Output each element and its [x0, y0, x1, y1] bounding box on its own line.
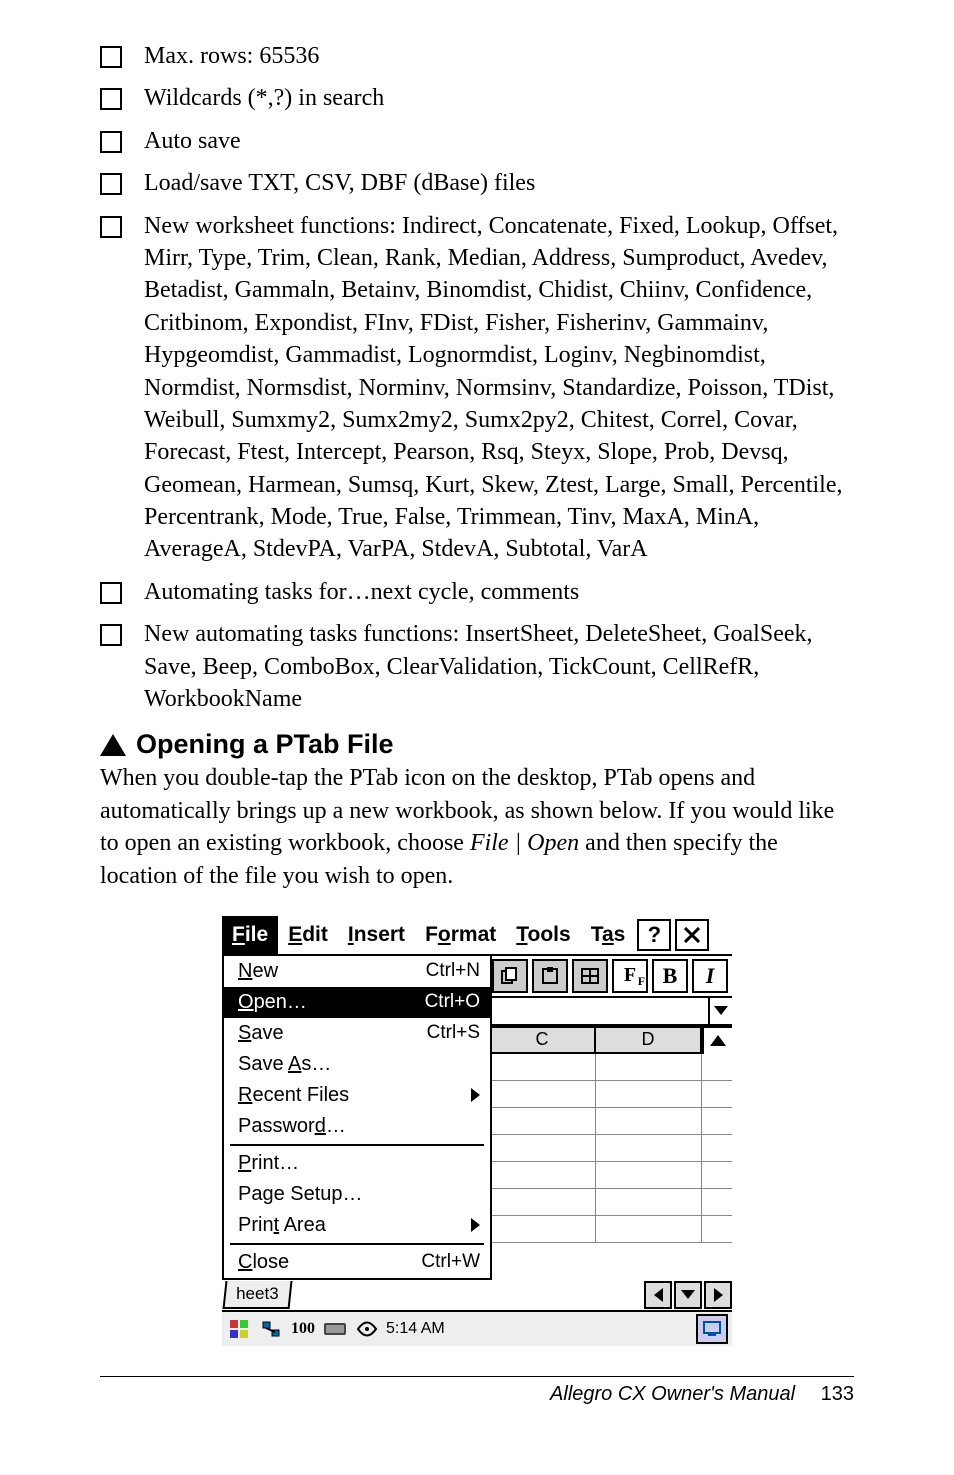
list-item: Max. rows: 65536 — [100, 40, 854, 72]
triangle-up-icon — [100, 734, 126, 756]
menu-tasks[interactable]: Tas — [581, 916, 636, 954]
checkbox-icon — [100, 216, 122, 238]
chevron-down-icon — [681, 1290, 695, 1299]
scroll-left-button[interactable] — [644, 1281, 672, 1309]
menuitem-save[interactable]: SaveCtrl+S — [224, 1018, 490, 1049]
list-item: New worksheet functions: Indirect, Conca… — [100, 210, 854, 566]
sheet-tab[interactable]: heet3 — [223, 1281, 292, 1309]
menuitem-open[interactable]: Open…Ctrl+O — [224, 987, 490, 1018]
footer-title: Allegro CX Owner's Manual — [550, 1383, 795, 1405]
italic-button[interactable]: I — [692, 959, 728, 993]
help-button[interactable]: ? — [637, 919, 671, 951]
section-heading: Opening a PTab File — [100, 729, 854, 760]
zoom-indicator[interactable]: 100 — [290, 1316, 316, 1342]
spreadsheet-grid[interactable]: C D — [488, 1026, 732, 1264]
bold-button[interactable]: B — [652, 959, 688, 993]
checkbox-icon — [100, 173, 122, 195]
signal-icon[interactable] — [354, 1316, 380, 1342]
list-item: Automating tasks for…next cycle, comment… — [100, 576, 854, 608]
keyboard-icon[interactable] — [322, 1316, 348, 1342]
checkbox-icon — [100, 88, 122, 110]
ptab-screenshot: File Edit Insert Format Tools Tas ? NewC… — [222, 916, 732, 1346]
chevron-right-icon — [471, 1088, 480, 1102]
formula-bar[interactable] — [488, 996, 732, 1026]
menuitem-print-area[interactable]: Print Area — [224, 1210, 490, 1241]
desktop-icon — [703, 1321, 721, 1337]
checkbox-icon — [100, 582, 122, 604]
bullet-text: Max. rows: 65536 — [144, 43, 319, 69]
close-icon — [684, 927, 700, 943]
footer-page: 133 — [821, 1383, 854, 1405]
formula-dropdown-button[interactable] — [708, 998, 732, 1024]
chevron-down-icon — [714, 1006, 728, 1015]
menuitem-save-as[interactable]: Save As… — [224, 1049, 490, 1080]
paste-button[interactable] — [532, 959, 568, 993]
bullet-text: Auto save — [144, 128, 241, 154]
bullet-text: Automating tasks for…next cycle, comment… — [144, 579, 579, 605]
list-item: Load/save TXT, CSV, DBF (dBase) files — [100, 167, 854, 199]
grid-button[interactable] — [572, 959, 608, 993]
menuitem-recent-files[interactable]: Recent Files — [224, 1080, 490, 1111]
checkbox-icon — [100, 46, 122, 68]
chevron-up-icon — [710, 1035, 726, 1046]
sheet-tab-row: heet3 — [222, 1280, 732, 1310]
chevron-right-icon — [714, 1288, 723, 1302]
menuitem-password[interactable]: Password… — [224, 1111, 490, 1142]
col-header-d[interactable]: D — [594, 1026, 702, 1054]
chevron-right-icon — [471, 1218, 480, 1232]
toolbar: FF B I — [488, 956, 732, 996]
bullet-text: New worksheet functions: Indirect, Conca… — [144, 210, 854, 566]
list-item: New automating tasks functions: InsertSh… — [100, 618, 854, 715]
menubar: File Edit Insert Format Tools Tas ? — [222, 916, 732, 954]
menuitem-close[interactable]: CloseCtrl+W — [224, 1247, 490, 1278]
clock: 5:14 AM — [386, 1320, 445, 1338]
menu-tools[interactable]: Tools — [506, 916, 580, 954]
close-button[interactable] — [675, 919, 709, 951]
menuitem-print[interactable]: Print… — [224, 1148, 490, 1179]
font-button[interactable]: FF — [612, 959, 648, 993]
network-icon[interactable] — [258, 1316, 284, 1342]
bullet-text: Load/save TXT, CSV, DBF (dBase) files — [144, 170, 535, 196]
copy-icon — [500, 967, 520, 985]
file-menu-dropdown: NewCtrl+N Open…Ctrl+O SaveCtrl+S Save As… — [222, 956, 492, 1280]
scroll-right-button[interactable] — [704, 1281, 732, 1309]
menu-format[interactable]: Format — [415, 916, 506, 954]
menu-separator — [230, 1144, 484, 1146]
grid-icon — [580, 967, 600, 985]
scroll-up-button[interactable] — [702, 1026, 732, 1054]
heading-text: Opening a PTab File — [136, 729, 394, 760]
start-icon[interactable] — [226, 1316, 252, 1342]
menu-file[interactable]: File — [222, 916, 278, 954]
page-footer: Allegro CX Owner's Manual 133 — [100, 1376, 854, 1406]
taskbar: 100 5:14 AM — [222, 1310, 732, 1346]
intro-paragraph: When you double-tap the PTab icon on the… — [100, 762, 854, 892]
menu-separator — [230, 1243, 484, 1245]
checkbox-icon — [100, 131, 122, 153]
menu-edit[interactable]: Edit — [278, 916, 338, 954]
copy-button[interactable] — [492, 959, 528, 993]
scroll-down-grip-button[interactable] — [674, 1281, 702, 1309]
list-item: Wildcards (*,?) in search — [100, 82, 854, 114]
desktop-button[interactable] — [696, 1314, 728, 1344]
col-header-c[interactable]: C — [488, 1026, 594, 1054]
menuitem-page-setup[interactable]: Page Setup… — [224, 1179, 490, 1210]
chevron-left-icon — [654, 1288, 663, 1302]
menuitem-new[interactable]: NewCtrl+N — [224, 956, 490, 987]
bullet-text: Wildcards (*,?) in search — [144, 85, 384, 111]
checkbox-icon — [100, 624, 122, 646]
bullet-text: New automating tasks functions: InsertSh… — [144, 618, 854, 715]
list-item: Auto save — [100, 125, 854, 157]
paste-icon — [540, 967, 560, 985]
menu-insert[interactable]: Insert — [338, 916, 415, 954]
